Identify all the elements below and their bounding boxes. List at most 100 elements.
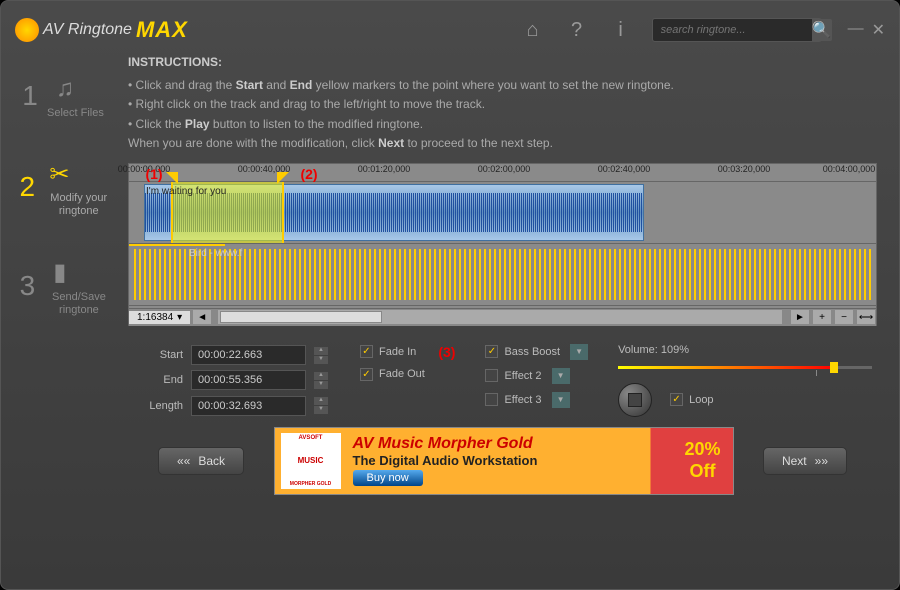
- next-button[interactable]: Next»»: [763, 447, 847, 475]
- horizontal-scrollbar[interactable]: [218, 310, 782, 324]
- waveform-editor[interactable]: 00:00:00,000 00:00:40,000 00:01:20,000 0…: [128, 163, 877, 326]
- loop-label: Loop: [689, 394, 713, 406]
- zoom-out-button[interactable]: −: [834, 309, 854, 325]
- window-controls: — ✕: [848, 20, 885, 40]
- length-spinner[interactable]: ▲▼: [314, 397, 330, 414]
- time-ruler: 00:00:00,000 00:00:40,000 00:01:20,000 0…: [129, 164, 876, 182]
- titlebar-controls: ⌂ ? i 🔍 — ✕: [520, 17, 885, 43]
- start-label: Start: [133, 349, 183, 361]
- fade-in-checkbox[interactable]: [360, 345, 373, 358]
- end-input[interactable]: [191, 370, 306, 390]
- track-2-label: Bird - www.f: [189, 248, 242, 259]
- effect-3-checkbox[interactable]: [485, 393, 498, 406]
- slider-thumb[interactable]: [830, 362, 838, 373]
- play-stop-button[interactable]: [618, 383, 652, 417]
- sidebar: 1 ♫ Select Files 2 ✂ Modify your rington…: [15, 53, 120, 543]
- zoom-in-button[interactable]: +: [812, 309, 832, 325]
- effect-3-dropdown[interactable]: ▼: [552, 392, 570, 408]
- main-panel: INSTRUCTIONS: • Click and drag the Start…: [120, 53, 885, 543]
- scissors-icon: ✂: [41, 156, 77, 192]
- length-label: Length: [133, 400, 183, 412]
- effect-2-label: Effect 2: [504, 370, 541, 382]
- time-controls: Start ▲▼ End ▲▼ Length ▲▼: [133, 344, 330, 417]
- loop-row: Loop: [670, 393, 713, 406]
- music-note-icon: ♫: [47, 71, 83, 107]
- close-icon[interactable]: ✕: [872, 20, 885, 40]
- instruction-line-2: • Right click on the track and drag to t…: [128, 95, 877, 114]
- effect-2-checkbox[interactable]: [485, 369, 498, 382]
- app-name-suffix: MAX: [136, 17, 188, 43]
- bass-boost-row: Bass Boost ▼: [485, 344, 588, 360]
- zoom-fit-button[interactable]: ⟷: [856, 309, 876, 325]
- annotation-3: (3): [438, 344, 455, 360]
- effect-3-row: Effect 3 ▼: [485, 392, 588, 408]
- search-box: 🔍: [652, 18, 822, 42]
- instruction-line-3: • Click the Play button to listen to the…: [128, 115, 877, 134]
- search-button[interactable]: 🔍: [812, 19, 832, 41]
- app-window: AV Ringtone MAX ⌂ ? i 🔍 — ✕ 1 ♫ Select F…: [0, 0, 900, 590]
- step-1-label: Select Files: [47, 107, 104, 120]
- info-icon[interactable]: i: [608, 17, 634, 43]
- app-logo: AV Ringtone MAX: [15, 17, 188, 43]
- titlebar: AV Ringtone MAX ⌂ ? i 🔍 — ✕: [15, 15, 885, 45]
- chevron-down-icon: ▾: [177, 312, 182, 323]
- buy-now-button[interactable]: Buy now: [353, 470, 423, 486]
- effect-3-label: Effect 3: [504, 394, 541, 406]
- end-spinner[interactable]: ▲▼: [314, 372, 330, 389]
- instructions: INSTRUCTIONS: • Click and drag the Start…: [128, 53, 877, 153]
- volume-panel: Volume: 109% Loop: [618, 344, 872, 417]
- fade-in-label: Fade In: [379, 346, 416, 358]
- start-input[interactable]: [191, 345, 306, 365]
- instruction-line-4: When you are done with the modification,…: [128, 134, 877, 153]
- length-input[interactable]: [191, 396, 306, 416]
- sound-effects: Bass Boost ▼ Effect 2 ▼ Effect 3 ▼: [485, 344, 588, 417]
- banner-product-box: AVSOFT MUSIC MORPHER GOLD: [281, 433, 341, 489]
- step-3-label: Send/Save ringtone: [42, 291, 116, 317]
- bass-boost-checkbox[interactable]: [485, 345, 498, 358]
- waveform-2[interactable]: [129, 244, 225, 246]
- step-2-modify[interactable]: 2 ✂ Modify your ringtone: [15, 138, 120, 236]
- effect-2-dropdown[interactable]: ▼: [552, 368, 570, 384]
- scroll-right-button[interactable]: ►: [790, 309, 810, 325]
- banner-title: AV Music Morpher Gold: [353, 435, 538, 453]
- step-2-label: Modify your ringtone: [41, 192, 116, 218]
- track-1[interactable]: I'm waiting for you: [129, 182, 876, 244]
- instruction-line-1: • Click and drag the Start and End yello…: [128, 76, 877, 95]
- annotation-2: (2): [300, 166, 317, 182]
- ad-banner[interactable]: AVSOFT MUSIC MORPHER GOLD AV Music Morph…: [274, 427, 734, 495]
- banner-text: AV Music Morpher Gold The Digital Audio …: [353, 435, 538, 486]
- start-spinner[interactable]: ▲▼: [314, 347, 330, 364]
- fade-in-row: Fade In (3): [360, 344, 455, 360]
- fade-out-checkbox[interactable]: [360, 368, 373, 381]
- tracks[interactable]: I'm waiting for you Bird - www.f: [129, 182, 876, 308]
- fade-out-row: Fade Out: [360, 368, 455, 381]
- chevron-right-icon: »»: [815, 454, 828, 468]
- controls-row: Start ▲▼ End ▲▼ Length ▲▼ Fade In (3): [128, 344, 877, 417]
- logo-icon: [15, 18, 39, 42]
- volume-slider[interactable]: [618, 366, 872, 369]
- end-label: End: [133, 374, 183, 386]
- playback-controls: Loop: [618, 383, 872, 417]
- banner-subtitle: The Digital Audio Workstation: [353, 453, 538, 468]
- help-icon[interactable]: ?: [564, 17, 590, 43]
- step-3-send-save[interactable]: 3 ▮ Send/Save ringtone: [15, 237, 120, 335]
- zoom-level[interactable]: 1:16384▾: [129, 311, 190, 324]
- instructions-title: INSTRUCTIONS:: [128, 53, 877, 72]
- minimize-icon[interactable]: —: [848, 20, 864, 40]
- search-input[interactable]: [653, 19, 812, 41]
- discount-badge: 20%Off: [684, 439, 720, 482]
- step-1-select-files[interactable]: 1 ♫ Select Files: [15, 53, 120, 138]
- bass-boost-label: Bass Boost: [504, 346, 560, 358]
- track-2[interactable]: Bird - www.f: [129, 244, 876, 306]
- waveform-toolbar: 1:16384▾ ◄ ► + − ⟷: [129, 308, 876, 326]
- app-name: AV Ringtone: [43, 21, 132, 39]
- home-icon[interactable]: ⌂: [520, 17, 546, 43]
- loop-checkbox[interactable]: [670, 393, 683, 406]
- back-button[interactable]: ««Back: [158, 447, 244, 475]
- volume-label: Volume: 109%: [618, 344, 872, 356]
- chevron-left-icon: ««: [177, 454, 190, 468]
- scroll-left-button[interactable]: ◄: [192, 309, 212, 325]
- bass-boost-dropdown[interactable]: ▼: [570, 344, 588, 360]
- effect-2-row: Effect 2 ▼: [485, 368, 588, 384]
- fade-out-label: Fade Out: [379, 368, 425, 380]
